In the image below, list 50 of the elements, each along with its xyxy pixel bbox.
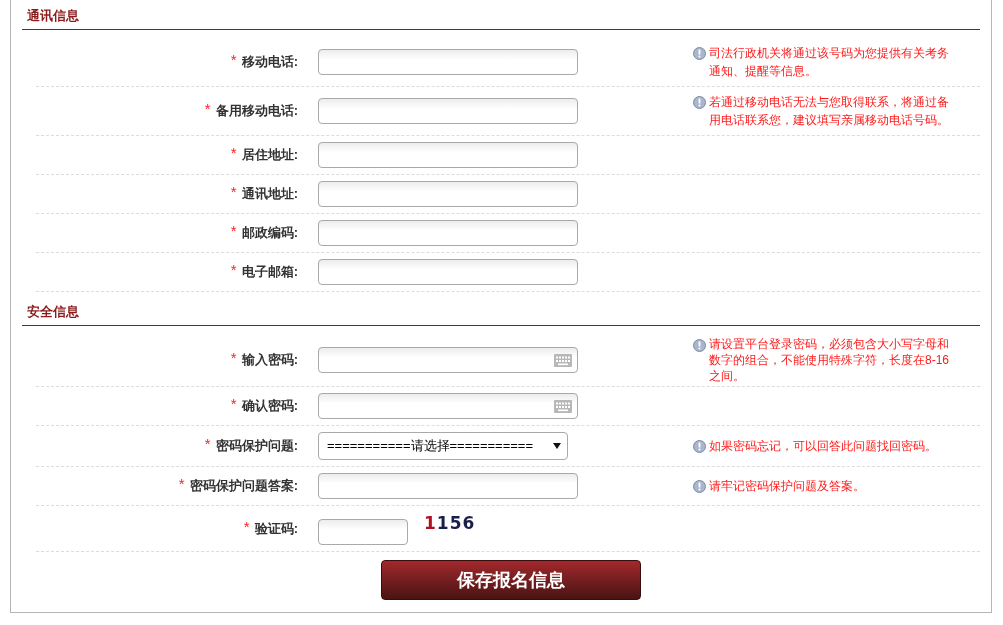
field-label: 电子邮箱:: [241, 263, 298, 282]
hint-text: 若通过移动电话无法与您取得联系，将通过备用电话联系您，建议填写亲属移动电话号码。: [709, 94, 950, 129]
field-label: 通讯地址:: [241, 185, 298, 204]
input-field[interactable]: [318, 49, 578, 75]
field-label: 密码保护问题答案:: [189, 477, 298, 496]
info-icon: [693, 339, 706, 352]
required-mark: *: [230, 184, 237, 199]
input-field[interactable]: [318, 142, 578, 168]
input-field[interactable]: [318, 98, 578, 124]
field-label: 确认密码:: [241, 397, 298, 416]
field-label: 密码保护问题:: [215, 437, 298, 456]
required-mark: *: [230, 350, 237, 365]
field-label: 邮政编码:: [241, 224, 298, 243]
required-mark: *: [230, 52, 237, 67]
info-icon: [693, 47, 706, 60]
input-field[interactable]: [318, 473, 578, 499]
required-mark: *: [230, 223, 237, 238]
hint-text: 请设置平台登录密码，必须包含大小写字母和数字的组合，不能使用特殊字符，长度在8-16之间。: [709, 336, 951, 384]
input-field[interactable]: [318, 259, 578, 285]
hint-text: 司法行政机关将通过该号码为您提供有关考务通知、提醒等信息。: [709, 45, 950, 80]
keyboard-icon[interactable]: [554, 400, 572, 413]
input-field[interactable]: [318, 181, 578, 207]
required-mark: *: [230, 262, 237, 277]
question-dropdown[interactable]: ===========请选择===========: [318, 432, 568, 460]
captcha-image: 1156: [424, 512, 476, 533]
section-title: 安全信息: [27, 304, 79, 319]
input-field[interactable]: [318, 220, 578, 246]
hint-text: 如果密码忘记，可以回答此问题找回密码。: [709, 438, 938, 455]
required-mark: *: [204, 436, 211, 451]
section-title: 通讯信息: [27, 8, 79, 23]
info-icon: [693, 440, 706, 453]
required-mark: *: [230, 396, 237, 411]
caret-icon: [553, 443, 561, 449]
info-icon: [693, 96, 706, 109]
save-button[interactable]: 保存报名信息: [381, 560, 641, 600]
keyboard-icon[interactable]: [554, 354, 572, 367]
field-label: 备用移动电话:: [215, 102, 298, 121]
captcha-field[interactable]: [318, 518, 408, 545]
field-label: 验证码:: [254, 519, 298, 538]
required-mark: *: [178, 476, 185, 491]
field-label: 移动电话:: [241, 53, 298, 72]
required-mark: *: [243, 518, 250, 534]
info-icon: [693, 480, 706, 493]
required-mark: *: [230, 145, 237, 160]
password-field[interactable]: [318, 393, 578, 419]
password-field[interactable]: [318, 347, 578, 373]
hint-text: 请牢记密码保护问题及答案。: [709, 478, 866, 495]
field-label: 居住地址:: [241, 146, 298, 165]
required-mark: *: [204, 101, 211, 116]
field-label: 输入密码:: [241, 351, 298, 370]
